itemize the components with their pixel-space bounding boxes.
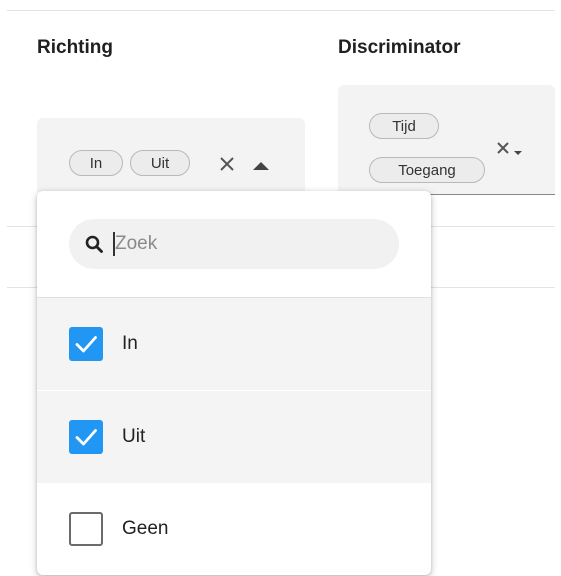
clear-selection-icon[interactable] [496,141,510,160]
search-input[interactable] [115,227,385,261]
option-geen[interactable]: Geen [37,483,431,575]
checkbox-checked[interactable] [69,420,103,454]
selected-chip-uit: Uit [130,150,190,176]
table-top-rule [7,10,555,11]
option-label: Uit [122,426,146,447]
check-icon [75,429,97,446]
discriminator-select[interactable]: Tijd Toegang [338,85,555,195]
option-uit[interactable]: Uit [37,391,431,483]
richting-dropdown-panel: In Uit Geen [37,191,431,575]
richting-select[interactable]: In Uit [37,118,305,192]
option-label: Geen [122,518,169,539]
column-header-richting: Richting [37,37,113,58]
search-icon [85,235,103,258]
option-in[interactable]: In [37,298,431,390]
clear-selection-icon[interactable] [219,156,235,177]
checkbox-checked[interactable] [69,327,103,361]
checkbox-unchecked[interactable] [69,512,103,546]
chevron-down-icon[interactable] [513,143,523,161]
search-box[interactable] [69,219,399,269]
selected-chip-in: In [69,150,123,176]
check-icon [75,336,97,353]
selected-chip-toegang: Toegang [369,157,485,183]
option-label: In [122,333,138,354]
chevron-up-icon[interactable] [252,158,270,176]
column-header-discriminator: Discriminator [338,37,461,58]
selected-chip-tijd: Tijd [369,113,439,139]
